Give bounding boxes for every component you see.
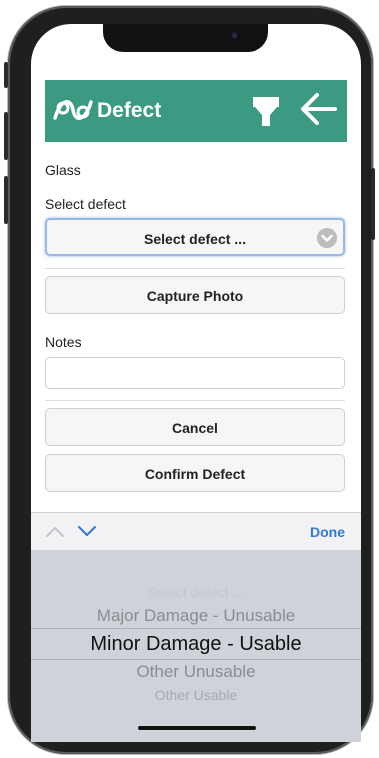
picker-option-selected[interactable]: Minor Damage - Usable: [31, 633, 361, 656]
selection-line: [31, 659, 361, 660]
picker-option[interactable]: Select defect ...: [31, 584, 361, 600]
side-button: [371, 168, 375, 240]
wheel-picker[interactable]: Select defect ... Major Damage - Unusabl…: [31, 550, 361, 742]
home-indicator: [138, 726, 256, 730]
cancel-button[interactable]: Cancel: [45, 408, 345, 446]
app: Defect Glass Select defect Select defect…: [31, 24, 361, 742]
chevron-down-icon: [317, 228, 337, 248]
component-label: Glass: [45, 162, 81, 178]
select-defect-value: Select defect ...: [144, 231, 246, 247]
chevron-down-icon[interactable]: [77, 523, 97, 539]
picker-toolbar: Done: [31, 512, 361, 551]
page-title: Defect: [97, 99, 162, 122]
logo-icon: [53, 100, 93, 120]
divider: [45, 400, 345, 401]
side-button: [4, 62, 8, 88]
capture-photo-button[interactable]: Capture Photo: [45, 276, 345, 314]
chevron-up-icon[interactable]: [45, 523, 65, 539]
picker-option[interactable]: Other Usable: [31, 687, 361, 703]
selection-line: [31, 628, 361, 629]
notes-label: Notes: [45, 334, 82, 350]
filter-icon[interactable]: [251, 95, 281, 127]
notes-input[interactable]: [45, 357, 345, 389]
picker-option[interactable]: Other Unusable: [31, 662, 361, 682]
confirm-defect-button[interactable]: Confirm Defect: [45, 454, 345, 492]
select-defect-dropdown[interactable]: Select defect ...: [45, 218, 345, 256]
divider: [45, 268, 345, 269]
select-defect-label: Select defect: [45, 196, 126, 212]
side-button: [4, 176, 8, 224]
notch: [103, 24, 268, 52]
back-arrow-icon[interactable]: [299, 89, 339, 129]
app-header: Defect: [45, 80, 347, 142]
picker-option[interactable]: Major Damage - Unusable: [31, 606, 361, 626]
done-button[interactable]: Done: [310, 524, 345, 540]
camera-icon: [230, 31, 239, 40]
side-button: [4, 112, 8, 160]
